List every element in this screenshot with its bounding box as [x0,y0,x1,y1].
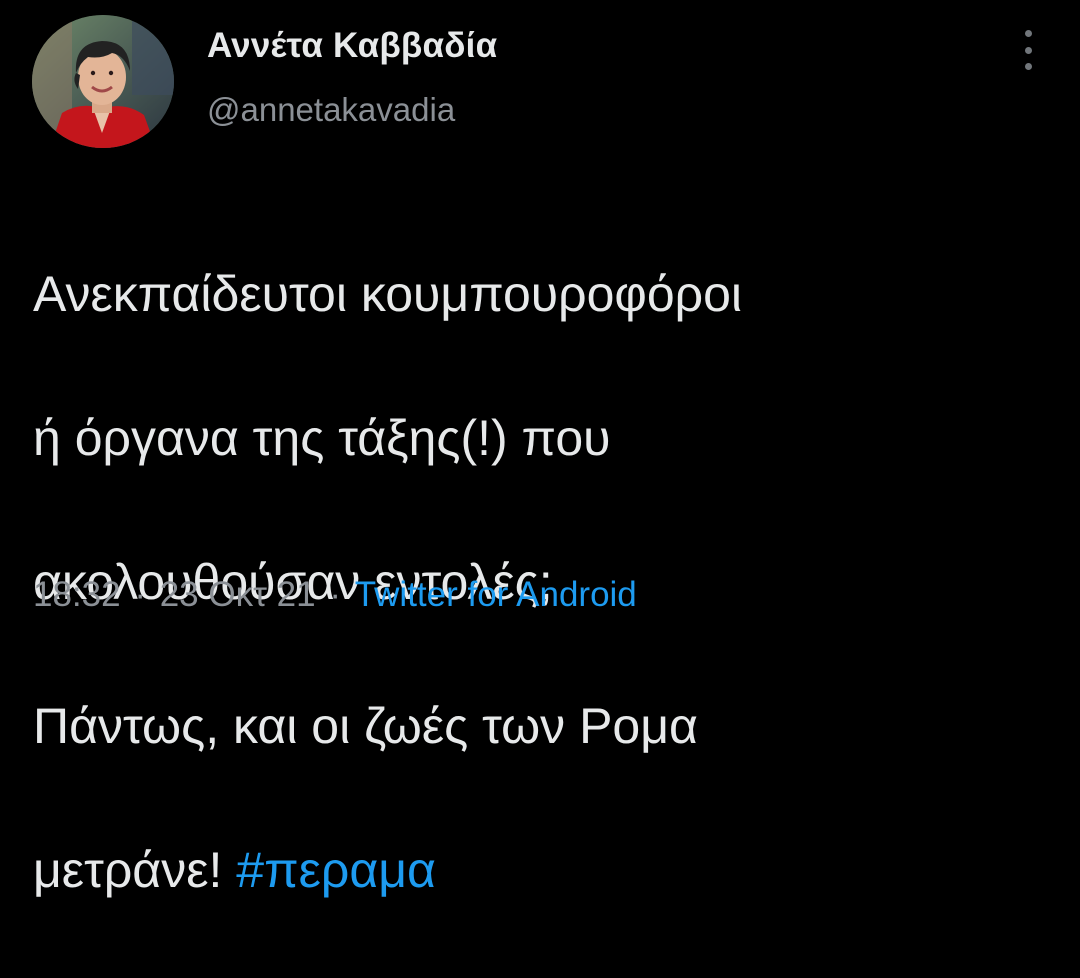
author-display-name[interactable]: Αννέτα Καββαδία [207,26,497,66]
more-vertical-icon [1024,30,1032,37]
tweet-line: Πάντως, και οι ζωές των Ρομα [33,698,698,754]
meta-separator: · [134,575,146,614]
tweet-meta: 18:32 · 23 Οκτ 21 · Twitter for Android [33,575,637,615]
tweet-source-link[interactable]: Twitter for Android [355,575,637,614]
tweet-date[interactable]: 23 Οκτ 21 [160,575,316,614]
author-handle[interactable]: @annetakavadia [207,91,455,129]
more-vertical-icon-dot [1024,46,1032,54]
tweet[interactable]: Αννέτα Καββαδία @annetakavadia Ανεκπαίδε… [0,0,1080,898]
tweet-line-text: μετράνε! [33,842,237,898]
more-options-button[interactable] [1008,28,1048,72]
tweet-time[interactable]: 18:32 [33,575,121,614]
tweet-line: μετράνε! #περαμα [33,834,1033,906]
meta-separator: · [329,575,341,614]
avatar[interactable] [32,15,174,148]
hashtag-link[interactable]: #περαμα [236,842,436,898]
tweet-line: ή όργανα της τάξης(!) που [33,410,611,466]
tweet-line: Ανεκπαίδευτοι κουμπουροφόροι [33,266,742,322]
more-vertical-icon-dot [1024,63,1032,70]
